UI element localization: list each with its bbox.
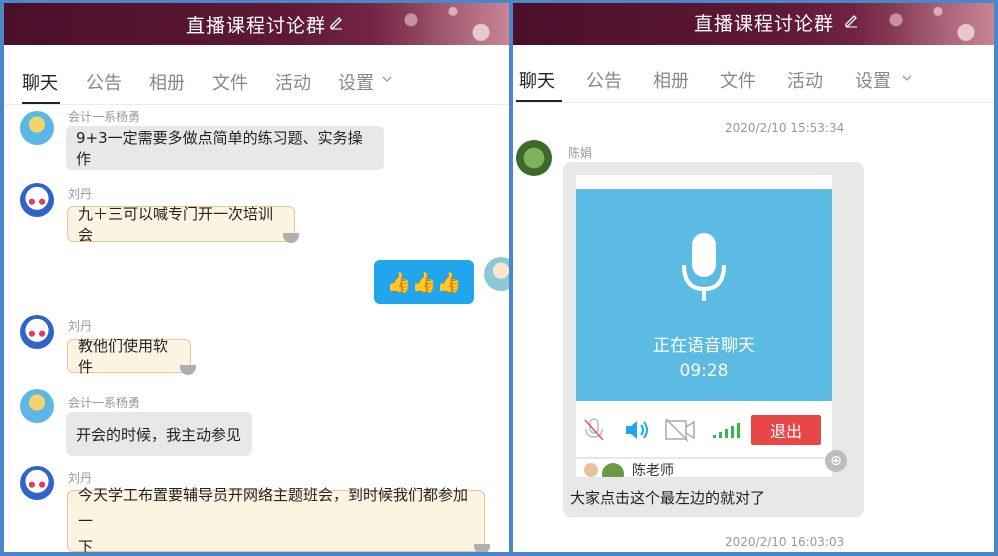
active-tab-underline (22, 102, 60, 104)
message-bubble-self[interactable]: 👍👍👍 (374, 260, 474, 304)
tab-settings[interactable]: 设置 (855, 67, 891, 93)
tab-files[interactable]: 文件 (720, 67, 756, 93)
banner-decoration (369, 3, 509, 45)
chevron-down-icon[interactable] (902, 75, 912, 82)
avatar (584, 463, 598, 477)
tab-bar: 聊天 公告 相册 文件 活动 设置 (4, 45, 509, 105)
avatar-self[interactable] (484, 257, 509, 291)
tab-activity[interactable]: 活动 (275, 69, 311, 95)
tab-announcement[interactable]: 公告 (86, 69, 122, 95)
edit-icon[interactable] (328, 14, 344, 30)
chevron-down-icon[interactable] (382, 76, 392, 83)
message-bubble[interactable]: 今天学工布置要辅导员开网络主题班会，到时候我们都参加一 下 (67, 486, 485, 552)
active-tab-underline (516, 100, 562, 102)
group-title: 直播课程讨论群 (694, 13, 835, 35)
message-bubble[interactable]: 教他们使用软件 (67, 337, 191, 376)
tab-chat[interactable]: 聊天 (519, 67, 555, 93)
sender-name: 会计一系杨勇 (68, 110, 141, 124)
message-text: 大家点击这个最左边的就对了 (570, 489, 766, 507)
tab-album[interactable]: 相册 (149, 69, 185, 95)
avatar[interactable] (20, 466, 54, 500)
bubble-decoration-icon (283, 233, 299, 243)
avatar[interactable] (20, 183, 54, 217)
group-title: 直播课程讨论群 (186, 15, 327, 37)
voice-timer: 09:28 (679, 361, 729, 381)
camera-off-icon[interactable] (664, 417, 696, 443)
voice-controls: 退出 (576, 401, 832, 457)
bubble-decoration-icon (474, 544, 490, 552)
message-text-line: 下 (78, 538, 94, 552)
banner-decoration (854, 3, 994, 45)
group-banner: 直播课程讨论群 (513, 3, 994, 45)
avatar[interactable] (516, 140, 552, 176)
exit-button[interactable]: 退出 (751, 415, 821, 445)
participant-name: 陈老师 (632, 463, 674, 477)
avatar[interactable] (20, 315, 54, 349)
speaker-icon[interactable] (624, 419, 652, 441)
sender-name: 刘丹 (68, 319, 93, 333)
tab-album[interactable]: 相册 (653, 67, 689, 93)
sender-name: 会计一系杨勇 (68, 396, 141, 410)
voice-chat-screen: 正在语音聊天 09:28 (576, 189, 832, 401)
avatar[interactable] (20, 111, 54, 145)
mic-icon (682, 233, 726, 301)
avatar[interactable] (20, 389, 54, 423)
tab-chat[interactable]: 聊天 (22, 69, 58, 95)
image-top-strip (576, 175, 832, 189)
timestamp: 2020/2/10 15:53:34 (725, 121, 845, 135)
right-chat-window: 直播课程讨论群 聊天 公告 相册 文件 活动 设置 2020/2/10 15:5… (513, 3, 994, 552)
timestamp: 2020/2/10 16:03:03 (725, 535, 845, 549)
mute-icon[interactable] (582, 417, 606, 443)
tab-activity[interactable]: 活动 (787, 67, 823, 93)
message-bubble[interactable]: 开会的时候，我主动参见 (66, 412, 252, 456)
participant-row: 陈老师 (576, 459, 832, 477)
tab-announcement[interactable]: 公告 (586, 67, 622, 93)
sender-name: 刘丹 (68, 187, 93, 201)
tab-files[interactable]: 文件 (212, 69, 248, 95)
voice-status: 正在语音聊天 (653, 336, 755, 356)
tab-bar: 聊天 公告 相册 文件 活动 设置 (513, 45, 994, 103)
message-bubble[interactable]: 九＋三可以喊专门开一次培训会 (67, 205, 295, 244)
message-bubble[interactable]: 9+3一定需要多做点简单的练习题、实务操作 (66, 126, 384, 170)
tab-settings[interactable]: 设置 (338, 69, 374, 95)
screenshot-message[interactable]: 正在语音聊天 09:28 退出 陈老师 ⊕ 大家点击这个最左边的就对了 (563, 162, 864, 517)
zoom-icon[interactable]: ⊕ (825, 450, 847, 472)
sender-name: 陈娟 (568, 146, 593, 160)
bubble-decoration-icon (180, 365, 196, 375)
group-banner: 直播课程讨论群 (4, 3, 509, 45)
message-text-line: 今天学工布置要辅导员开网络主题班会，到时候我们都参加一 (78, 486, 469, 530)
signal-icon (713, 423, 740, 438)
avatar (602, 463, 624, 477)
left-chat-window: 直播课程讨论群 聊天 公告 相册 文件 活动 设置 会计一系杨勇 9+3一定需要… (4, 3, 509, 552)
